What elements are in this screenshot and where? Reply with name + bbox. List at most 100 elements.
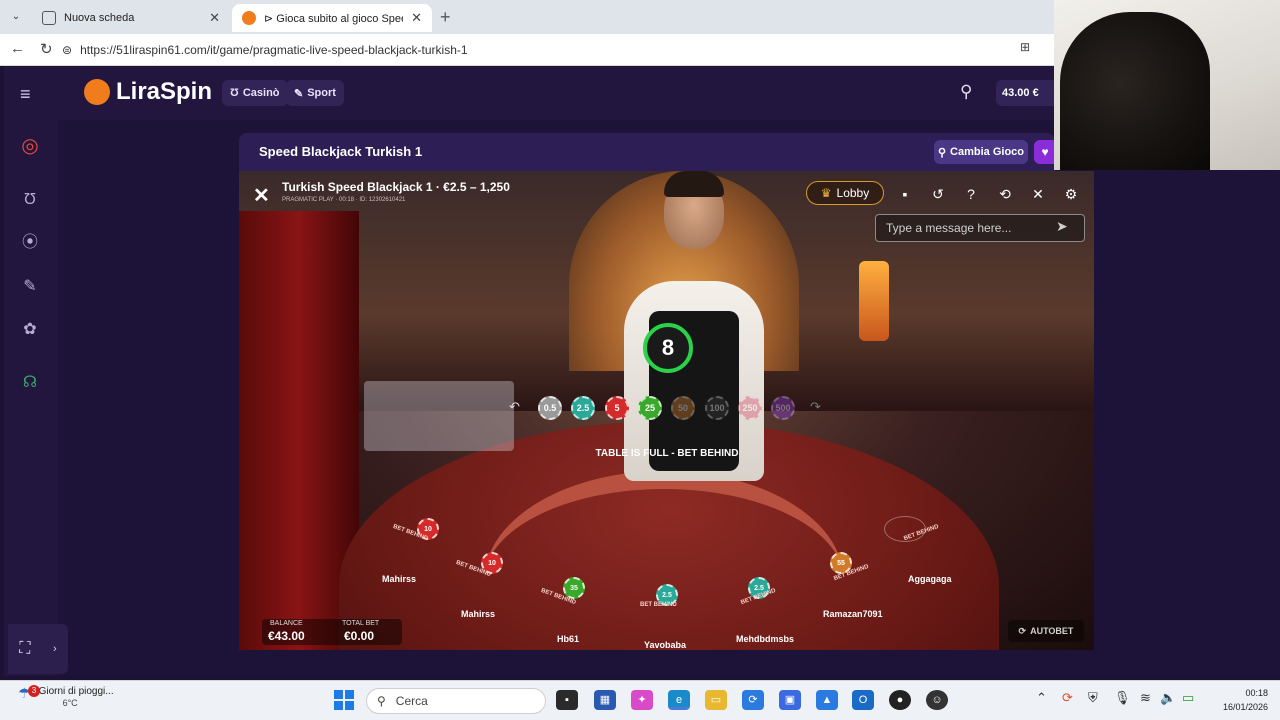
chip-value: 0.5 — [543, 403, 557, 413]
taskbar-search-input[interactable]: ⚲ Cerca — [366, 688, 546, 714]
outlook-icon[interactable]: O — [852, 690, 874, 710]
game-page-title: Speed Blackjack Turkish 1 — [259, 144, 423, 159]
tray-app-icon[interactable]: ⛨ — [1088, 690, 1098, 706]
mute-icon[interactable]: ✕ — [1027, 184, 1049, 204]
nav-casino-label: Casinò — [242, 87, 280, 99]
history-icon[interactable]: ↺ — [927, 184, 949, 204]
chat-input[interactable]: Type a message here... — [875, 214, 1085, 242]
chat-placeholder: Type a message here... — [886, 221, 1012, 235]
send-message-icon[interactable]: ➤ — [1056, 218, 1068, 235]
change-game-button[interactable]: ⚲ Cambia Gioco — [934, 140, 1028, 164]
chip-selector-50[interactable]: 50 — [671, 396, 695, 420]
sidebar-games-icon[interactable]: ✿ — [18, 318, 42, 342]
bet-behind-spot[interactable]: BET BEHIND — [640, 602, 677, 608]
chat-app-icon[interactable]: ☺ — [926, 690, 948, 710]
table-name-dropdown[interactable]: Turkish Speed Blackjack 1 · €2.5 – 1,250 — [282, 180, 510, 194]
lobby-button[interactable]: ♛ Lobby — [806, 181, 884, 205]
tab-search-chevron-icon[interactable]: ⌄ — [6, 8, 26, 26]
page-icon — [42, 11, 56, 25]
url-field[interactable]: ⊜ https://51liraspin61.com/it/game/pragm… — [62, 39, 1062, 61]
teams-icon[interactable]: ▣ — [779, 690, 801, 710]
sidebar-live-icon[interactable]: ⦿ — [18, 231, 42, 255]
chip-value: 500 — [775, 403, 791, 413]
media-app-icon[interactable]: ● — [889, 690, 911, 710]
app-install-icon[interactable]: ⊞ — [1020, 40, 1030, 54]
seat-chip-value: 2.5 — [754, 584, 764, 592]
settings-gear-icon[interactable]: ⚙ — [1060, 184, 1082, 204]
menu-hamburger-icon[interactable]: ≡ — [20, 84, 31, 105]
fullscreen-toggle[interactable]: ⛶ › — [8, 624, 68, 674]
battery-icon[interactable]: ▭ — [1182, 690, 1194, 706]
balance-value: 43.00 € — [1002, 87, 1039, 99]
horseshoe-icon: Ʊ — [230, 87, 239, 99]
photos-icon[interactable]: ▲ — [816, 690, 838, 710]
sidebar-casino-icon[interactable]: Ʊ — [18, 188, 42, 212]
store-icon[interactable]: ▦ — [594, 690, 616, 710]
sync-app-icon[interactable]: ⟳ — [742, 690, 764, 710]
nav-sport-label: Sport — [307, 87, 336, 99]
tab-label: Nuova scheda — [64, 12, 135, 24]
redo-icon[interactable]: ↷ — [810, 399, 821, 415]
tray-overflow-chevron-icon[interactable]: ⌃ — [1036, 690, 1047, 706]
sidebar-sport-icon[interactable]: ✎ — [18, 275, 42, 299]
help-icon[interactable]: ? — [960, 184, 982, 204]
autobet-label: AUTOBET — [1030, 626, 1074, 636]
tab-new-tab[interactable]: Nuova scheda ✕ — [32, 4, 230, 32]
sidebar-promo-target-icon[interactable]: ◎ — [18, 134, 42, 158]
nav-casino[interactable]: Ʊ Casinò — [222, 80, 288, 106]
chip-selector-25[interactable]: 25 — [638, 396, 662, 420]
new-tab-plus-icon[interactable]: + — [440, 7, 451, 28]
close-tab-icon[interactable]: ✕ — [209, 10, 220, 26]
fullscreen-icon: ⛶ — [19, 640, 31, 657]
temperature: 6°C — [62, 698, 78, 708]
chip-selector-0-5[interactable]: 0.5 — [538, 396, 562, 420]
chip-selector-5[interactable]: 5 — [605, 396, 629, 420]
rotate-view-icon[interactable]: ⟲ — [994, 184, 1016, 204]
chat-icon[interactable]: ▪ — [894, 184, 916, 204]
microphone-icon[interactable]: 🎙 — [1114, 690, 1131, 706]
tab-game[interactable]: ⊳ Gioca subito al gioco Speed Bla ✕ — [232, 4, 432, 32]
chip-selector-2-5[interactable]: 2.5 — [571, 396, 595, 420]
undo-icon[interactable]: ↶ — [509, 399, 520, 415]
chip-selector-250[interactable]: 250 — [738, 396, 762, 420]
pen-icon: ✎ — [294, 87, 304, 100]
windows-start-icon[interactable] — [334, 690, 354, 710]
tray-sync-icon[interactable]: ⟳ — [1062, 690, 1073, 706]
clock-time: 00:18 — [1245, 688, 1268, 698]
speaker-icon[interactable]: 🔈 — [1160, 690, 1176, 706]
copilot-icon[interactable]: ✦ — [631, 690, 653, 710]
site-info-icon[interactable]: ⊜ — [62, 43, 72, 57]
edge-browser-icon[interactable]: e — [668, 690, 690, 710]
close-tab-icon[interactable]: ✕ — [411, 10, 422, 26]
logo-mark-icon — [84, 79, 110, 105]
task-view-icon[interactable]: ▪ — [556, 690, 578, 710]
chip-value: 2.5 — [576, 403, 590, 413]
seat-chip-value: 35 — [570, 584, 578, 592]
sidebar-support-icon[interactable]: ☊ — [18, 371, 42, 395]
back-arrow-icon[interactable]: ← — [10, 40, 25, 57]
webcam-person — [1060, 12, 1210, 170]
player-name: Aggagaga — [908, 574, 952, 584]
balance-label: BALANCE — [270, 620, 303, 627]
reload-icon[interactable]: ↻ — [40, 40, 53, 58]
system-clock[interactable]: 00:18 16/01/2026 — [1212, 686, 1268, 714]
nav-sport[interactable]: ✎ Sport — [286, 80, 344, 106]
site-logo[interactable]: LiraSpin — [84, 78, 212, 106]
studio-lamp — [859, 261, 889, 341]
chip-selector-500[interactable]: 500 — [771, 396, 795, 420]
chevron-right-icon: › — [53, 643, 57, 655]
card-shoe — [364, 381, 514, 451]
player-name: Mahirss — [382, 574, 417, 584]
chip-selector-100[interactable]: 100 — [705, 396, 729, 420]
lobby-label: Lobby — [836, 186, 870, 200]
file-explorer-icon[interactable]: ▭ — [705, 690, 727, 710]
autobet-button[interactable]: ⟳ AUTOBET — [1008, 620, 1084, 642]
chip-value: 50 — [677, 403, 688, 413]
total-bet-value: €0.00 — [344, 629, 375, 643]
wallet-balance[interactable]: 43.00 € — [996, 80, 1054, 106]
favorite-heart-icon[interactable]: ♥ — [1034, 140, 1056, 164]
wifi-icon[interactable]: ≋ — [1140, 690, 1151, 706]
url-text: https://51liraspin61.com/it/game/pragmat… — [80, 43, 468, 57]
close-game-icon[interactable]: ✕ — [253, 183, 270, 208]
search-icon[interactable]: ⚲ — [960, 82, 972, 102]
